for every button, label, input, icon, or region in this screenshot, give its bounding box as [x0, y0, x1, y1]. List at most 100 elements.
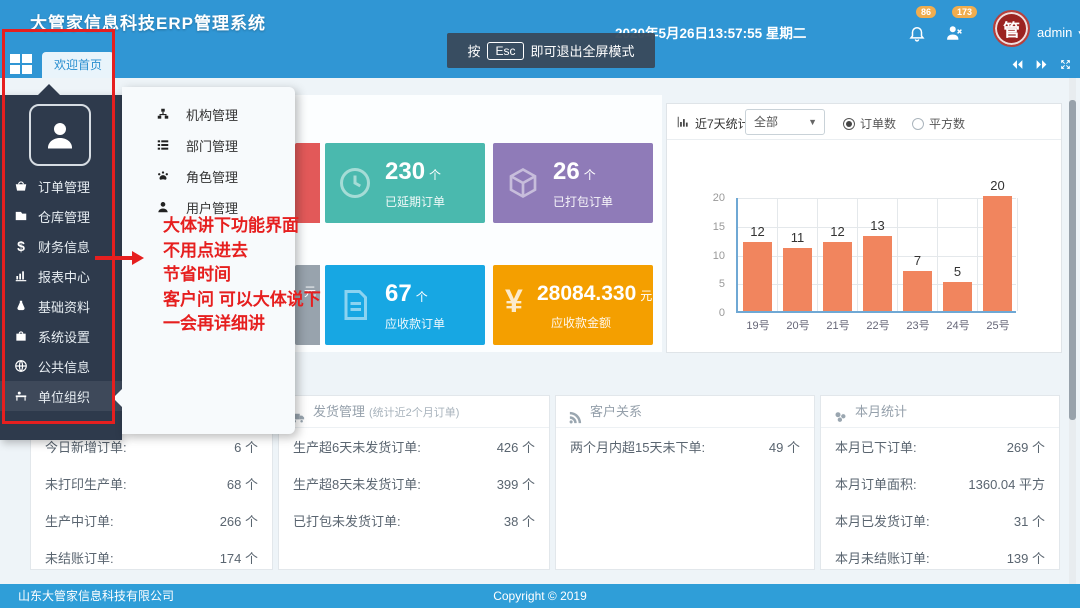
- tab-scroll-left-icon[interactable]: [1011, 58, 1024, 71]
- sidebar-item-public-info[interactable]: 公共信息: [0, 351, 122, 381]
- select-caret-icon: ▼: [808, 110, 817, 134]
- stat-label: 生产中订单:: [45, 511, 114, 530]
- card-label: 应收款金额: [551, 314, 652, 331]
- panel-header: 发货管理(统计近2个月订单): [279, 396, 549, 428]
- stat-label: 本月已发货订单:: [835, 511, 930, 530]
- sidebar-item-base-data[interactable]: 基础资料: [0, 291, 122, 321]
- desk-icon: [14, 389, 28, 403]
- submenu-item-roles[interactable]: 角色管理: [122, 161, 295, 191]
- hidden-card-row1[interactable]: [295, 143, 320, 223]
- stat-label: 未打印生产单:: [45, 474, 127, 493]
- submenu-item-department[interactable]: 部门管理: [122, 130, 295, 160]
- coins-icon: [833, 405, 848, 420]
- card-label: 已延期订单: [385, 193, 445, 210]
- annotation-line: 客户问 可以大体说下: [163, 288, 321, 313]
- card-receivable-amount[interactable]: ¥ 28084.330元 应收款金额: [493, 265, 653, 345]
- sidebar-item-label: 财务信息: [38, 237, 90, 256]
- stat-row: 未打印生产单:68 个: [31, 465, 272, 502]
- panel-header: 客户关系: [556, 396, 814, 428]
- report-chart-icon: [14, 269, 28, 283]
- chart-radio-group: 订单数 平方数: [843, 115, 965, 132]
- chart-filter-select[interactable]: 全部 ▼: [745, 109, 825, 135]
- sidebar-item-orders[interactable]: 订单管理: [0, 171, 122, 201]
- username: admin: [1037, 25, 1072, 40]
- fullscreen-icon[interactable]: [1059, 58, 1072, 71]
- card-delayed-orders[interactable]: 230个 已延期订单: [325, 143, 485, 223]
- screen: 大管家信息科技ERP管理系统 2020年5月26日13:57:55 星期二 86…: [0, 0, 1080, 608]
- esc-fullscreen-toast: 按 Esc 即可退出全屏模式: [447, 33, 655, 68]
- panel-header: 本月统计: [821, 396, 1059, 428]
- briefcase-icon: [14, 329, 28, 343]
- annotation-line: 不用点进去: [163, 239, 321, 264]
- card-unit: 元: [640, 289, 652, 303]
- stat-row: 生产超8天未发货订单:399 个: [279, 465, 549, 502]
- stat-row: 本月订单面积:1360.04 平方: [821, 465, 1059, 502]
- sidebar-items: 订单管理 仓库管理 $财务信息 报表中心 基础资料 系统设置 公共信息 单位组织: [0, 171, 122, 411]
- tab-scroll-right-icon[interactable]: [1035, 58, 1048, 71]
- stat-label: 未结账订单:: [45, 548, 114, 567]
- folder-icon: [14, 209, 28, 223]
- chart-y-axis: 20151050: [695, 198, 731, 313]
- sidebar-item-label: 仓库管理: [38, 207, 90, 226]
- bell-icon[interactable]: [908, 24, 926, 42]
- sidebar-item-warehouse[interactable]: 仓库管理: [0, 201, 122, 231]
- card-unit: 个: [584, 168, 596, 182]
- stat-label: 生产超6天未发货订单:: [293, 437, 421, 456]
- notification-badge: 86: [916, 6, 936, 18]
- stat-label: 两个月内超15天未下单:: [570, 437, 705, 456]
- sidebar-item-label: 单位组织: [38, 387, 90, 406]
- annotation-text: 大体讲下功能界面 不用点进去 节省时间 客户问 可以大体说下 一会再详细讲: [163, 214, 321, 337]
- stat-value: 1360.04 平方: [968, 474, 1045, 493]
- chart-title: 近7天统计: [695, 115, 750, 132]
- submenu-pointer: [113, 389, 122, 407]
- stat-row: 本月未结账订单:139 个: [821, 539, 1059, 576]
- card-packed-orders[interactable]: 26个 已打包订单: [493, 143, 653, 223]
- stat-label: 本月未结账订单:: [835, 548, 930, 567]
- card-value: 230: [385, 158, 425, 185]
- stat-value: 266 个: [220, 511, 258, 530]
- sidebar-avatar[interactable]: [29, 104, 91, 166]
- document-icon: [337, 287, 373, 323]
- copyright: Copyright © 2019: [0, 584, 1080, 608]
- panel-month-stats: 本月统计 本月已下订单:269 个 本月订单面积:1360.04 平方 本月已发…: [820, 395, 1060, 570]
- radio-selected-icon: [843, 118, 855, 130]
- globe-icon: [14, 359, 28, 373]
- toast-suffix: 即可退出全屏模式: [531, 41, 635, 60]
- user-message-icon[interactable]: [946, 24, 964, 42]
- submenu-item-org-management[interactable]: 机构管理: [122, 99, 295, 129]
- chart-bar: [783, 248, 812, 311]
- stat-label: 已打包未发货订单:: [293, 511, 401, 530]
- scrollbar-thumb[interactable]: [1069, 100, 1076, 420]
- windows-menu-button[interactable]: [10, 54, 34, 76]
- chart-bar: [943, 282, 972, 311]
- stat-value: 49 个: [769, 437, 800, 456]
- sidebar-item-label: 基础资料: [38, 297, 90, 316]
- selected-filter: 全部: [754, 115, 778, 129]
- user-menu[interactable]: admin▼: [1037, 25, 1080, 40]
- sidebar-item-label: 订单管理: [38, 177, 90, 196]
- panel-title: 客户关系: [590, 404, 642, 419]
- sidebar-item-organization[interactable]: 单位组织: [0, 381, 122, 411]
- chart-panel: 近7天统计 全部 ▼ 订单数 平方数 20151050 121112137520…: [666, 103, 1062, 353]
- avatar[interactable]: 管: [993, 10, 1030, 47]
- sidebar-item-reports[interactable]: 报表中心: [0, 261, 122, 291]
- sidebar-item-settings[interactable]: 系统设置: [0, 321, 122, 351]
- annotation-line: 大体讲下功能界面: [163, 214, 321, 239]
- sitemap-icon: [156, 107, 170, 121]
- card-value: 67: [385, 280, 412, 307]
- card-receivable-orders[interactable]: 67 个 应收款订单: [325, 265, 485, 345]
- radio-order-count[interactable]: 订单数: [843, 115, 896, 132]
- chart-plot: 121112137520: [736, 198, 1016, 313]
- radio-square-count[interactable]: 平方数: [912, 115, 965, 132]
- card-label: 应收款订单: [385, 315, 445, 332]
- tab-welcome-home[interactable]: 欢迎首页: [42, 52, 114, 78]
- card-value: 28084.330: [537, 282, 636, 305]
- bar-chart-icon: [676, 115, 690, 129]
- basket-icon: [14, 179, 28, 193]
- sidebar-item-label: 报表中心: [38, 267, 90, 286]
- annotation-arrow: [95, 256, 139, 260]
- stat-row: 本月已下订单:269 个: [821, 428, 1059, 465]
- submenu-item-label: 部门管理: [186, 136, 238, 155]
- card-unit: 个: [416, 290, 428, 304]
- person-icon: [42, 117, 78, 153]
